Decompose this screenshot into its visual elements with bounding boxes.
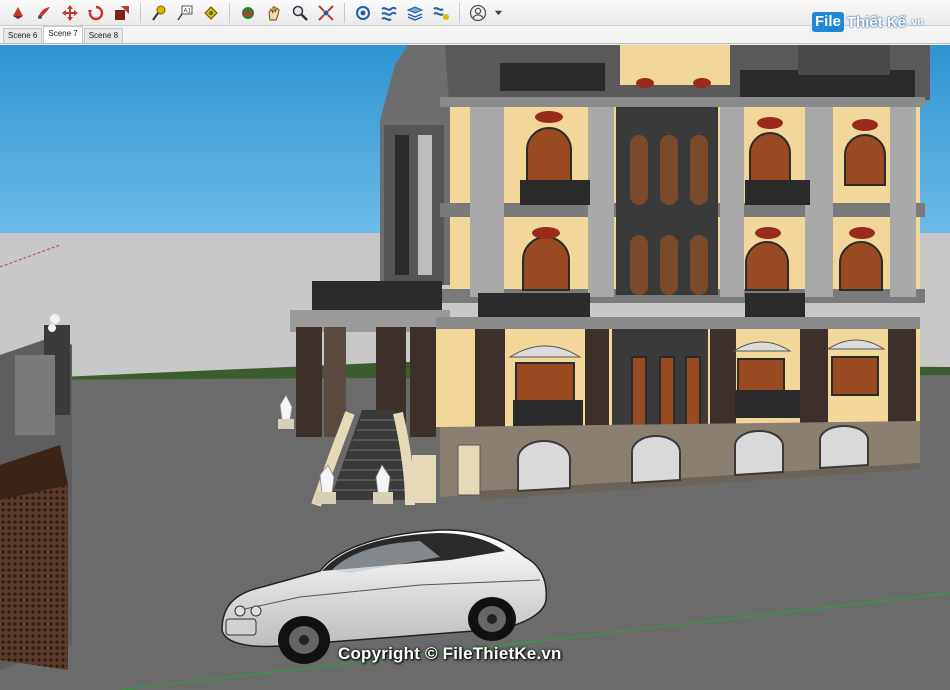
tape-measure-icon[interactable] <box>147 2 171 24</box>
shadows-icon[interactable] <box>429 2 453 24</box>
select-icon[interactable] <box>6 2 30 24</box>
gate-model <box>0 314 72 670</box>
dropdown-icon[interactable] <box>492 2 504 24</box>
brand-tld: .vn <box>909 16 924 28</box>
brand-badge: File <box>812 12 844 32</box>
toolbar-separator <box>344 2 345 23</box>
model-viewport[interactable] <box>0 45 950 690</box>
scale-icon[interactable] <box>110 2 134 24</box>
tab-scene-8[interactable]: Scene 8 <box>83 28 124 43</box>
brand-logo: File Thiết Kế .vn <box>812 12 923 32</box>
copyright-watermark: Copyright © FileThietKe.vn <box>338 644 562 663</box>
svg-text:A1: A1 <box>184 8 192 14</box>
tab-scene-6[interactable]: Scene 6 <box>3 28 43 43</box>
account-icon[interactable] <box>466 2 490 24</box>
component-icon[interactable] <box>351 2 375 24</box>
toolbar-separator <box>140 2 141 23</box>
zoom-icon[interactable] <box>288 2 312 24</box>
main-toolbar: A1 <box>0 0 950 26</box>
toolbar-separator <box>229 2 230 23</box>
move-icon[interactable] <box>58 2 82 24</box>
pan-icon[interactable] <box>262 2 286 24</box>
toolbar-separator <box>459 2 460 23</box>
zoom-extents-icon[interactable] <box>314 2 338 24</box>
text-label-icon[interactable]: A1 <box>173 2 197 24</box>
styles-icon[interactable] <box>377 2 401 24</box>
paint-bucket-icon[interactable] <box>199 2 223 24</box>
scene-tab-bar: Scene 6 Scene 7 Scene 8 <box>0 26 950 44</box>
rotate-icon[interactable] <box>84 2 108 24</box>
scene-render <box>0 45 950 690</box>
paint-icon[interactable] <box>32 2 56 24</box>
brand-name: Thiết Kế <box>846 13 907 31</box>
orbit-icon[interactable] <box>236 2 260 24</box>
layers-icon[interactable] <box>403 2 427 24</box>
tab-scene-7[interactable]: Scene 7 <box>43 26 83 43</box>
